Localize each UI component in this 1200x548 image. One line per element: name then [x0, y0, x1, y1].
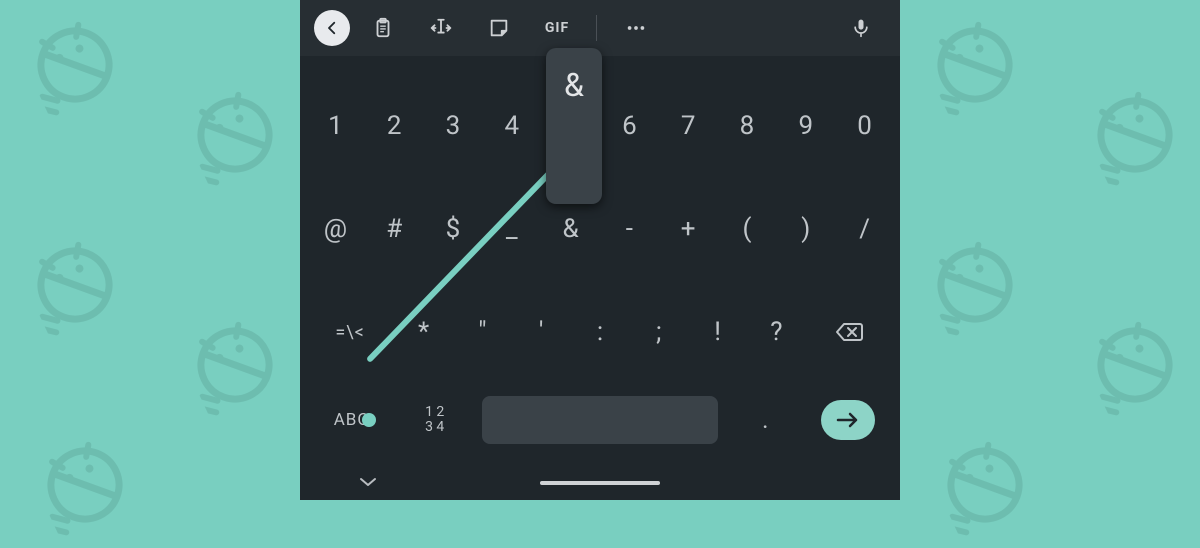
mic-button[interactable] [836, 8, 886, 48]
microphone-icon [851, 17, 871, 39]
key-6[interactable]: 6 [600, 74, 659, 177]
clipboard-icon [372, 17, 394, 39]
key-underscore[interactable]: _ [482, 177, 541, 280]
key-1[interactable]: 1 [306, 74, 365, 177]
gif-button[interactable]: GIF [532, 8, 582, 48]
back-button[interactable] [314, 10, 350, 46]
enter-key[interactable] [807, 392, 890, 448]
chevron-left-icon [323, 19, 341, 37]
key-paren-open[interactable]: ( [718, 177, 777, 280]
text-cursor-icon [429, 17, 453, 39]
key-asterisk[interactable]: * [394, 281, 453, 384]
more-horizontal-icon [625, 17, 647, 39]
system-navbar [300, 466, 900, 500]
abc-mode-key[interactable]: ABC [310, 392, 393, 448]
key-8[interactable]: 8 [718, 74, 777, 177]
gif-label: GIF [545, 20, 569, 36]
key-row-2: @ # $ _ & - + ( ) / [306, 177, 894, 280]
toolbar-divider [596, 15, 597, 41]
symbols-mode-key[interactable]: =\< [306, 281, 394, 384]
backspace-icon [835, 321, 865, 343]
key-question[interactable]: ? [747, 281, 806, 384]
key-7[interactable]: 7 [659, 74, 718, 177]
key-row-1: 1 2 3 4 5 6 7 8 9 0 [306, 74, 894, 177]
key-paren-close[interactable]: ) [776, 177, 835, 280]
keyboard-collapse-button[interactable] [358, 474, 378, 493]
spacebar-key[interactable] [482, 396, 718, 444]
key-ampersand[interactable]: & [541, 177, 600, 280]
key-9[interactable]: 9 [776, 74, 835, 177]
key-5[interactable]: 5 [541, 74, 600, 177]
keyboard-panel: GIF 1 2 3 4 5 6 7 8 9 0 @ # $ _ & [300, 0, 900, 500]
key-row-4: ABC 1 2 3 4 . [306, 384, 894, 466]
key-plus[interactable]: + [659, 177, 718, 280]
key-row-3: =\< * " ' : ; ! ? [306, 281, 894, 384]
sticker-button[interactable] [474, 8, 524, 48]
key-double-quote[interactable]: " [453, 281, 512, 384]
key-dollar[interactable]: $ [424, 177, 483, 280]
key-semicolon[interactable]: ; [629, 281, 688, 384]
enter-pill [821, 400, 875, 440]
clipboard-button[interactable] [358, 8, 408, 48]
sticker-icon [488, 17, 510, 39]
key-exclamation[interactable]: ! [688, 281, 747, 384]
numpad-mode-key[interactable]: 1 2 3 4 [393, 392, 476, 448]
chevron-down-icon [358, 475, 378, 489]
period-key[interactable]: . [724, 392, 807, 448]
arrow-right-icon [835, 411, 861, 429]
key-at[interactable]: @ [306, 177, 365, 280]
backspace-key[interactable] [806, 281, 894, 384]
keyboard-toolbar: GIF [300, 0, 900, 56]
home-indicator[interactable] [540, 481, 660, 485]
more-button[interactable] [611, 8, 661, 48]
key-2[interactable]: 2 [365, 74, 424, 177]
key-minus[interactable]: - [600, 177, 659, 280]
key-hash[interactable]: # [365, 177, 424, 280]
key-single-quote[interactable]: ' [512, 281, 571, 384]
key-3[interactable]: 3 [424, 74, 483, 177]
key-4[interactable]: 4 [482, 74, 541, 177]
key-0[interactable]: 0 [835, 74, 894, 177]
key-slash[interactable]: / [835, 177, 894, 280]
numpad-label: 1 2 3 4 [425, 405, 444, 436]
keyboard-keys: 1 2 3 4 5 6 7 8 9 0 @ # $ _ & - + ( ) / … [300, 56, 900, 466]
text-edit-button[interactable] [416, 8, 466, 48]
key-colon[interactable]: : [571, 281, 630, 384]
